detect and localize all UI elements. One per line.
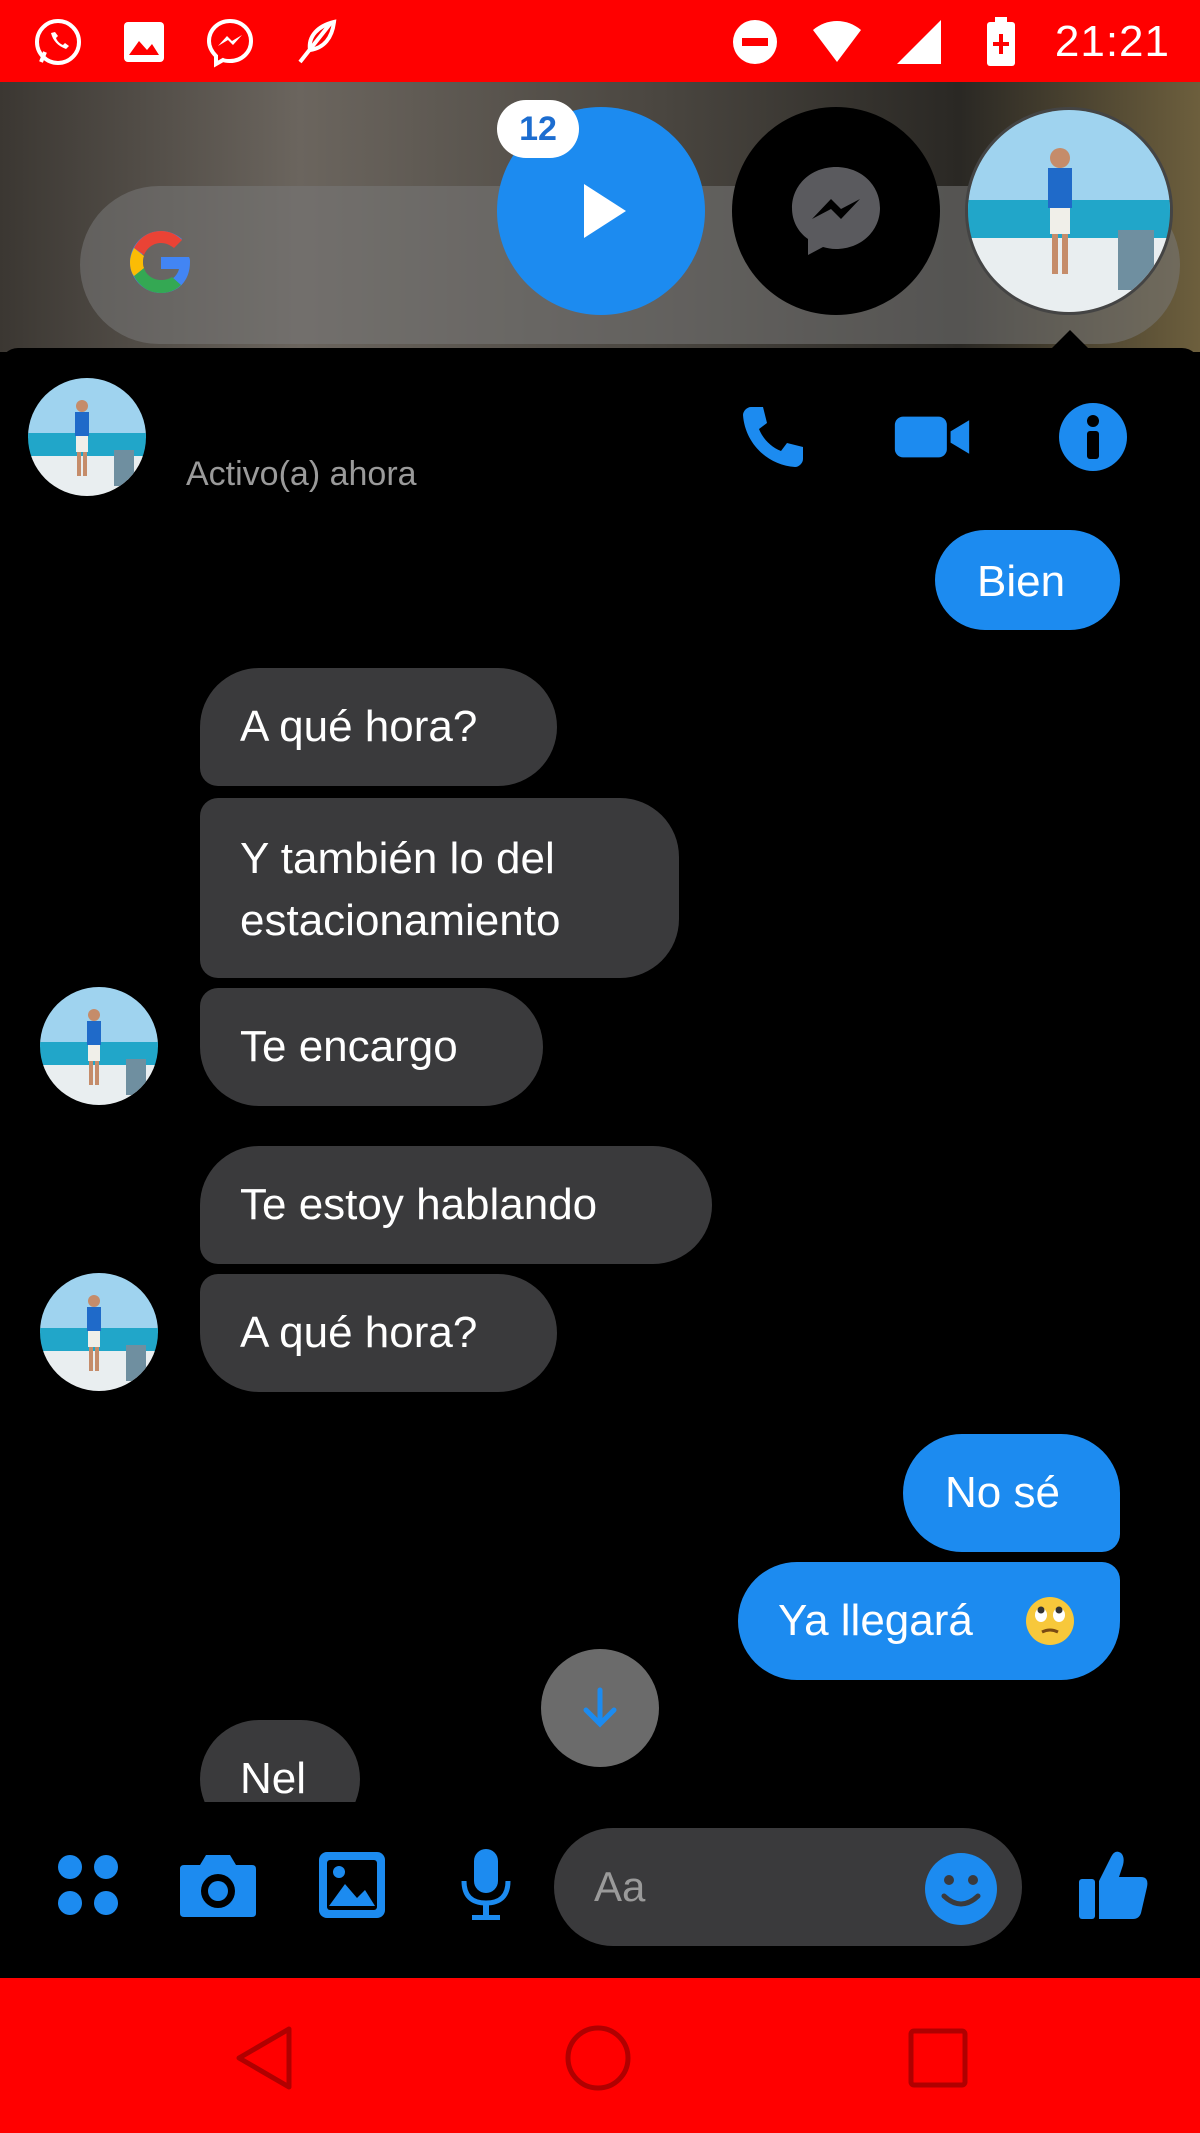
feather-icon bbox=[288, 14, 344, 70]
camera-button[interactable] bbox=[178, 1845, 258, 1925]
signal-icon bbox=[891, 14, 947, 70]
message-text: A qué hora? bbox=[240, 702, 478, 751]
whatsapp-icon bbox=[30, 14, 86, 70]
video-call-button[interactable] bbox=[893, 398, 971, 476]
recents-square-icon bbox=[908, 2028, 968, 2088]
avatar bbox=[28, 378, 146, 496]
chat-head-pointer bbox=[1050, 330, 1090, 350]
do-not-disturb-icon bbox=[727, 14, 783, 70]
incoming-message[interactable]: Y también lo del estacionamiento bbox=[200, 798, 679, 978]
message-text: Te encargo bbox=[240, 1022, 458, 1071]
message-text: A qué hora? bbox=[240, 1308, 478, 1357]
play-icon bbox=[584, 184, 626, 238]
gallery-button[interactable] bbox=[312, 1845, 392, 1925]
image-icon bbox=[319, 1852, 385, 1918]
more-actions-button[interactable] bbox=[48, 1845, 128, 1925]
back-button[interactable] bbox=[226, 2020, 302, 2096]
smiley-icon bbox=[925, 1853, 997, 1925]
like-button[interactable] bbox=[1073, 1845, 1153, 1925]
home-button[interactable] bbox=[560, 2020, 636, 2096]
outgoing-message[interactable]: Bien bbox=[935, 530, 1120, 630]
message-text: Ya llegará bbox=[778, 1596, 973, 1645]
incoming-message[interactable]: Te estoy hablando bbox=[200, 1146, 712, 1264]
call-button[interactable] bbox=[734, 398, 812, 476]
status-bar: 21:21 bbox=[0, 0, 1200, 82]
incoming-message[interactable]: A qué hora? bbox=[200, 668, 557, 786]
battery-icon bbox=[973, 14, 1029, 70]
contact-avatar[interactable] bbox=[40, 1273, 158, 1391]
active-status: Activo(a) ahora bbox=[186, 455, 417, 493]
avatar bbox=[968, 110, 1170, 312]
incoming-message[interactable]: Te encargo bbox=[200, 988, 543, 1106]
messenger-chat-head[interactable] bbox=[732, 107, 940, 315]
contact-chat-head[interactable] bbox=[965, 107, 1173, 315]
message-text: No sé bbox=[945, 1468, 1060, 1517]
thumbs-up-icon bbox=[1079, 1851, 1148, 1919]
emoji-button[interactable] bbox=[922, 1850, 1000, 1928]
outgoing-message[interactable]: Ya llegará bbox=[738, 1562, 1120, 1680]
unread-badge: 12 bbox=[497, 100, 579, 158]
home-circle-icon bbox=[565, 2025, 631, 2091]
recents-button[interactable] bbox=[900, 2020, 976, 2096]
back-triangle-icon bbox=[236, 2026, 292, 2090]
voice-message-button[interactable] bbox=[446, 1845, 526, 1925]
message-text-line: Y también lo del bbox=[240, 834, 555, 883]
messenger-logo-icon bbox=[792, 167, 880, 255]
info-icon bbox=[1059, 403, 1127, 471]
message-text-line: estacionamiento bbox=[240, 896, 561, 945]
message-text: Nel bbox=[240, 1754, 307, 1802]
video-camera-icon bbox=[894, 416, 970, 458]
message-text: Bien bbox=[977, 557, 1066, 606]
grid-dots-icon bbox=[58, 1855, 118, 1915]
phone-icon bbox=[743, 407, 803, 467]
gallery-icon bbox=[116, 14, 172, 70]
camera-icon bbox=[180, 1855, 256, 1917]
contact-avatar[interactable] bbox=[28, 378, 146, 496]
message-text: Te estoy hablando bbox=[240, 1180, 598, 1229]
wifi-icon bbox=[809, 14, 865, 70]
message-clip: Nel bbox=[0, 1718, 1200, 1802]
messenger-icon bbox=[202, 14, 258, 70]
microphone-icon bbox=[461, 1849, 511, 1920]
clock: 21:21 bbox=[1054, 17, 1170, 66]
info-button[interactable] bbox=[1054, 398, 1132, 476]
contact-avatar[interactable] bbox=[40, 987, 158, 1105]
incoming-message[interactable]: A qué hora? bbox=[200, 1274, 557, 1392]
avatar bbox=[40, 1273, 158, 1391]
eye-roll-emoji-icon bbox=[1026, 1597, 1074, 1645]
outgoing-message[interactable]: No sé bbox=[903, 1434, 1120, 1552]
avatar bbox=[40, 987, 158, 1105]
incoming-message[interactable]: Nel bbox=[200, 1720, 360, 1802]
google-logo-icon bbox=[120, 222, 202, 304]
